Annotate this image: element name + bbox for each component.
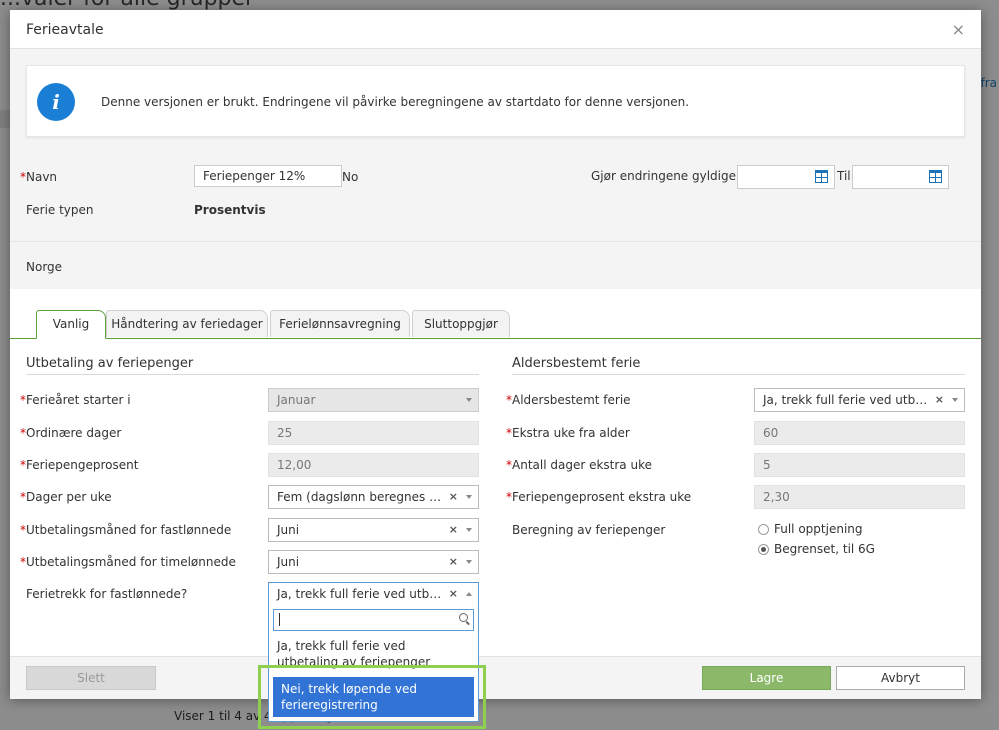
dialog-title: Ferieavtale	[26, 22, 104, 38]
radio-begrenset-6g[interactable]	[758, 544, 769, 555]
ferietrekk-dropdown: Ja, trekk full ferie ved utbetaling av f…	[268, 605, 479, 722]
chevron-down-icon[interactable]	[466, 560, 472, 564]
feriepengeprosent-label: *Feriepengeprosent	[20, 458, 139, 472]
clear-icon[interactable]: ×	[449, 486, 458, 508]
section-title-utbetaling: Utbetaling av feriepenger	[26, 356, 194, 371]
text-cursor	[279, 613, 280, 626]
dialog-header: Ferieavtale ×	[10, 10, 981, 49]
tab-vanlig[interactable]: Vanlig	[36, 310, 106, 339]
tab-ferielonnsavregning[interactable]: Ferielønnsavregning	[270, 310, 410, 337]
tabs-bar: Vanlig Håndtering av feriedager Ferieløn…	[10, 310, 981, 339]
radio-full-opptjening[interactable]	[758, 524, 769, 535]
tab-handtering-av-feriedager[interactable]: Håndtering av feriedager	[106, 310, 268, 337]
chevron-up-icon[interactable]	[466, 592, 472, 596]
antall-dager-ekstra-label: *Antall dager ekstra uke	[506, 458, 652, 472]
valid-from-date-input[interactable]	[737, 165, 835, 189]
header-form-area: i Denne versjonen er brukt. Endringene v…	[10, 49, 981, 289]
feriepengeprosent-field: 12,00	[268, 453, 479, 477]
calendar-icon[interactable]	[929, 170, 942, 183]
chevron-down-icon[interactable]	[952, 398, 958, 402]
dropdown-option-selected[interactable]: Nei, trekk løpende ved ferieregistrering	[273, 677, 474, 717]
ferieavtale-dialog: Ferieavtale × i Denne versjonen er brukt…	[10, 10, 981, 729]
utbetalingsmaned-time-select[interactable]: Juni ×	[268, 550, 479, 574]
save-button[interactable]: Lagre	[702, 666, 831, 690]
dropdown-search-input[interactable]	[273, 609, 474, 631]
dialog-footer: Slett Lagre Avbryt	[10, 656, 981, 699]
country-label: Norge	[26, 260, 63, 274]
ferie-typen-label: Ferie typen	[26, 203, 94, 217]
clear-icon[interactable]: ×	[449, 551, 458, 573]
chevron-down-icon[interactable]	[466, 495, 472, 499]
til-label: Til	[837, 169, 851, 183]
ekstra-uke-alder-label: *Ekstra uke fra alder	[506, 426, 630, 440]
ferietrekk-select[interactable]: Ja, trekk full ferie ved utbetali... ×	[268, 582, 479, 606]
radio-full-opptjening-label[interactable]: Full opptjening	[774, 522, 863, 536]
delete-button[interactable]: Slett	[26, 666, 156, 690]
utbetalingsmaned-fast-select[interactable]: Juni ×	[268, 518, 479, 542]
aldersbestemt-ferie-label: *Aldersbestemt ferie	[506, 393, 631, 407]
utbetalingsmaned-time-label: *Utbetalingsmåned for timelønnede	[20, 555, 236, 569]
navn-input[interactable]: Feriepenger 12%	[194, 165, 342, 187]
navn-label: *Navn	[20, 170, 58, 184]
info-message: Denne versjonen er brukt. Endringene vil…	[101, 95, 690, 109]
ferie-typen-value: Prosentvis	[194, 203, 266, 217]
valid-to-date-input[interactable]	[852, 165, 949, 189]
ferieaaret-label: *Ferieåret starter i	[20, 393, 131, 407]
ekstra-uke-alder-field: 60	[754, 421, 965, 445]
dager-per-uke-label: *Dager per uke	[20, 490, 112, 504]
antall-dager-ekstra-field: 5	[754, 453, 965, 477]
close-icon[interactable]: ×	[952, 20, 965, 39]
info-alert: i Denne versjonen er brukt. Endringene v…	[26, 65, 965, 137]
valid-from-label: Gjør endringene gyldige fra	[591, 169, 757, 183]
chevron-down-icon[interactable]	[466, 528, 472, 532]
search-icon	[459, 613, 468, 622]
feriepengeprosent-ekstra-label: *Feriepengeprosent ekstra uke	[506, 490, 692, 504]
beregning-label: Beregning av feriepenger	[512, 523, 666, 537]
section-divider	[26, 374, 479, 375]
feriepengeprosent-ekstra-field: 2,30	[754, 485, 965, 509]
tab-sluttoppgjor[interactable]: Sluttoppgjør	[412, 310, 510, 337]
dager-per-uke-select[interactable]: Fem (dagslønn beregnes me... ×	[268, 485, 479, 509]
utbetalingsmaned-fast-label: *Utbetalingsmåned for fastlønnede	[20, 523, 232, 537]
aldersbestemt-ferie-select[interactable]: Ja, trekk full ferie ved utbetali... ×	[754, 388, 965, 412]
navn-language-suffix: No	[342, 170, 359, 184]
ferietrekk-label: Ferietrekk for fastlønnede?	[26, 587, 188, 601]
ferieaaret-select: Januar	[268, 388, 479, 412]
section-title-aldersbestemt: Aldersbestemt ferie	[512, 356, 641, 371]
cancel-button[interactable]: Avbryt	[836, 666, 965, 690]
section-divider	[512, 374, 965, 375]
calendar-icon[interactable]	[815, 170, 828, 183]
chevron-down-icon	[466, 398, 472, 402]
ordinaere-dager-label: *Ordinære dager	[20, 426, 122, 440]
ordinaere-dager-field: 25	[268, 421, 479, 445]
dropdown-option[interactable]: Ja, trekk full ferie ved utbetaling av f…	[269, 635, 478, 673]
clear-icon[interactable]: ×	[935, 389, 944, 411]
radio-begrenset-6g-label[interactable]: Begrenset, til 6G	[774, 542, 875, 556]
clear-icon[interactable]: ×	[449, 519, 458, 541]
country-band: Norge	[10, 241, 981, 290]
info-icon: i	[37, 83, 75, 121]
clear-icon[interactable]: ×	[449, 583, 458, 605]
